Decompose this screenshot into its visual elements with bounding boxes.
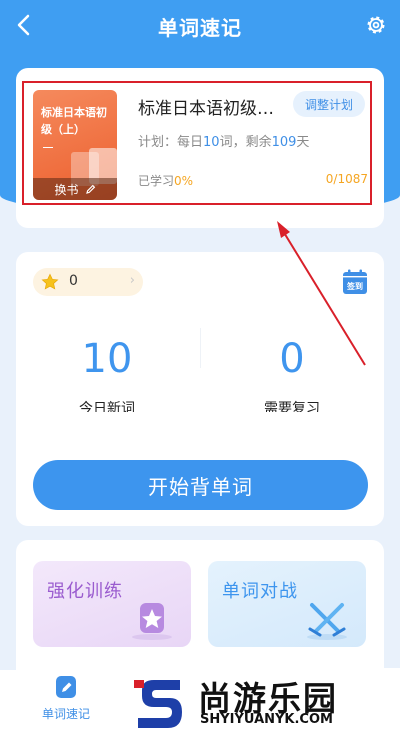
change-book-button[interactable]: 换书 — [33, 178, 117, 200]
cover-title: 标准日本语初级（上） — [41, 106, 107, 136]
start-memorize-button[interactable]: 开始背单词 — [33, 460, 368, 510]
medal-star-icon — [132, 603, 172, 640]
review-count: 0 — [279, 336, 305, 382]
plan-text: 计划：每日10词，剩余109天 — [138, 135, 310, 150]
progress-count: 0/1087 — [325, 172, 368, 186]
star-count: 0 — [69, 273, 78, 289]
watermark-logo-icon — [134, 680, 182, 728]
nav-item-word-memo[interactable]: 单词速记 — [30, 676, 102, 726]
crossed-swords-icon — [307, 603, 347, 640]
review-label: 需要复习 — [264, 401, 320, 412]
cover-divider — [43, 147, 53, 148]
page-title: 单词速记 — [158, 16, 242, 40]
stats-divider — [200, 328, 201, 368]
new-words-count: 10 — [81, 336, 133, 382]
pencil-icon — [85, 184, 95, 194]
book-cover[interactable]: 标准日本语初级（上） 换书 — [33, 90, 117, 200]
tile-label: 强化训练 — [47, 581, 123, 602]
book-name: 标准日本语初级（上） — [138, 99, 286, 119]
settings-button[interactable] — [364, 13, 388, 37]
learned-percent: 已学习0% — [138, 174, 194, 188]
intensive-training-tile[interactable]: 强化训练 — [33, 561, 191, 647]
nav-item-label: 单词速记 — [41, 707, 90, 721]
gear-icon — [367, 16, 385, 34]
pencil-icon — [56, 676, 76, 698]
star-icon — [41, 273, 59, 290]
star-count-pill[interactable]: 0 › — [33, 268, 143, 296]
top-bar: 单词速记 — [0, 0, 400, 55]
daily-words: 10 — [203, 135, 220, 150]
word-battle-tile[interactable]: 单词对战 — [208, 561, 366, 647]
change-book-label: 换书 — [54, 182, 79, 197]
days-left: 109 — [271, 135, 297, 150]
signin-button[interactable]: 签到 — [341, 268, 369, 296]
adjust-plan-button[interactable]: 调整计划 — [293, 91, 365, 117]
site-watermark: 尚游乐园 SHYIYUANYK.COM — [120, 668, 400, 735]
chevron-right-icon: › — [129, 273, 135, 288]
watermark-url: SHYIYUANYK.COM — [200, 712, 333, 727]
new-words-label: 今日新词 — [79, 401, 135, 412]
tile-label: 单词对战 — [222, 581, 298, 602]
signin-label: 签到 — [347, 282, 363, 291]
